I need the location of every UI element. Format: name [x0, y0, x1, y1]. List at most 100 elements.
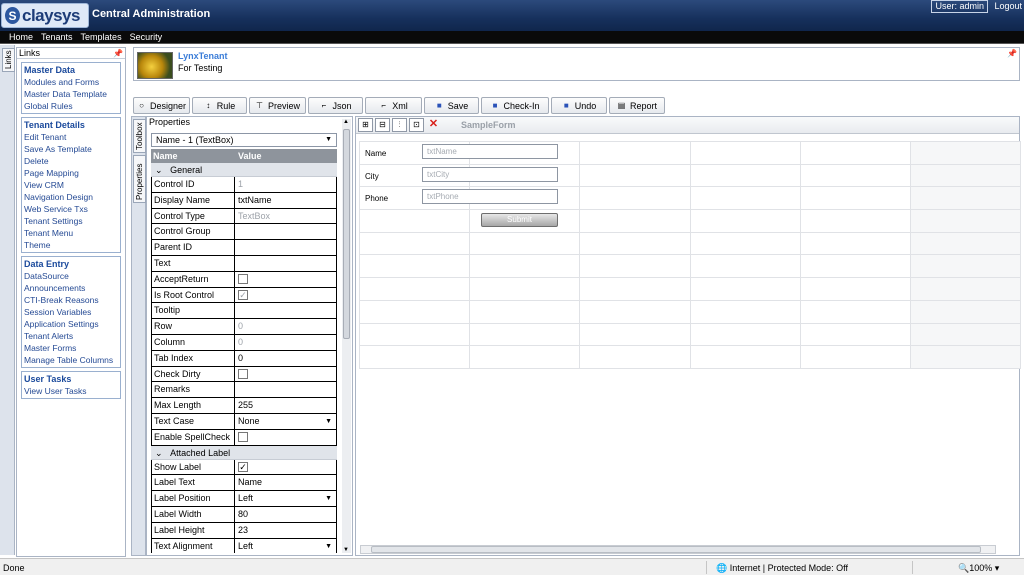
link-item[interactable]: Application Settings — [22, 318, 120, 330]
grid-cell[interactable] — [799, 254, 911, 279]
check-in-button[interactable]: ■ Check-In — [481, 97, 549, 114]
property-value[interactable] — [235, 303, 337, 319]
property-row[interactable]: Max Length 255 — [151, 398, 337, 414]
field-input-txtCity[interactable]: txtCity — [422, 166, 558, 182]
property-row[interactable]: Row 0 — [151, 319, 337, 335]
link-item[interactable]: Page Mapping — [22, 167, 120, 179]
property-row[interactable]: Control ID 1 — [151, 177, 337, 193]
merge-cell-icon[interactable]: ⊡ — [409, 118, 424, 132]
scroll-thumb[interactable] — [371, 546, 981, 553]
grid-cell[interactable] — [799, 186, 911, 211]
grid-cell[interactable] — [689, 186, 801, 211]
grid-cell[interactable] — [689, 277, 801, 301]
grid-cell[interactable] — [799, 277, 911, 301]
property-row[interactable]: Check Dirty — [151, 366, 337, 383]
grid-cell[interactable] — [909, 299, 1022, 324]
grid-cell[interactable] — [689, 299, 801, 324]
property-row[interactable]: Remarks — [151, 382, 337, 399]
link-item[interactable]: View CRM — [22, 179, 120, 191]
nav-tenants[interactable]: Tenants — [41, 32, 73, 42]
grid-cell[interactable] — [909, 163, 1022, 188]
property-value[interactable] — [235, 429, 337, 445]
property-value[interactable]: ✓ — [235, 287, 337, 303]
nav-templates[interactable]: Templates — [81, 32, 122, 42]
grid-cell[interactable] — [909, 322, 1022, 347]
grid-cell[interactable] — [469, 345, 581, 369]
property-row[interactable]: Enable SpellCheck — [151, 429, 337, 446]
property-row[interactable]: AcceptReturn — [151, 271, 337, 288]
link-item[interactable]: Manage Table Columns — [22, 354, 120, 366]
property-row[interactable]: Text Alignment Left ▼ — [151, 538, 337, 553]
property-value[interactable]: Left ▼ — [235, 491, 337, 506]
property-value[interactable]: Left ▼ — [235, 538, 337, 553]
grid-cell[interactable] — [689, 163, 801, 188]
grid-cell[interactable] — [359, 231, 471, 256]
property-row[interactable]: Text Case None ▼ — [151, 413, 337, 430]
grid-cell[interactable] — [689, 254, 801, 279]
grid-cell[interactable]: City txtCity — [359, 163, 558, 188]
link-item[interactable]: CTI-Break Reasons — [22, 294, 120, 306]
property-value[interactable] — [235, 366, 337, 382]
grid-cell[interactable] — [909, 231, 1022, 256]
grid-cell[interactable] — [909, 254, 1022, 279]
link-item[interactable]: Session Variables — [22, 306, 120, 318]
category-attached-label[interactable]: ⌄ Attached Label — [151, 445, 337, 460]
preview-button[interactable]: ⊤ Preview — [249, 97, 306, 114]
link-item[interactable]: Save As Template — [22, 143, 120, 155]
grid-cell[interactable] — [689, 209, 801, 233]
grid-cell[interactable] — [579, 163, 691, 188]
grid-cell[interactable] — [799, 299, 911, 324]
grid-cell[interactable] — [909, 277, 1022, 301]
property-row[interactable]: Control Type TextBox — [151, 208, 337, 225]
designer-hscrollbar[interactable] — [360, 545, 996, 554]
property-row[interactable]: Tooltip — [151, 303, 337, 320]
grid-cell[interactable]: Phone txtPhone — [359, 186, 558, 211]
property-value[interactable] — [235, 255, 337, 271]
grid-cell[interactable] — [909, 186, 1022, 211]
grid-cell[interactable] — [909, 209, 1022, 233]
grid-cell[interactable] — [359, 299, 471, 324]
property-value[interactable]: txtName — [235, 192, 337, 208]
property-value[interactable] — [235, 271, 337, 287]
grid-cell[interactable] — [469, 254, 581, 279]
property-row[interactable]: Display Name txtName — [151, 192, 337, 209]
grid-cell[interactable] — [579, 186, 691, 211]
grid-cell[interactable] — [359, 322, 471, 347]
control-selector[interactable]: Name - 1 (TextBox) ▼ — [151, 133, 337, 147]
property-value[interactable] — [235, 224, 337, 240]
grid-cell[interactable] — [359, 254, 471, 279]
scroll-down-icon[interactable]: ▼ — [343, 547, 349, 553]
grid-cell[interactable] — [469, 322, 581, 347]
pin-icon[interactable]: 📌 — [1007, 49, 1017, 58]
tab-toolbox[interactable]: Toolbox — [133, 119, 146, 153]
grid-cell[interactable] — [909, 141, 1022, 165]
link-item[interactable]: Announcements — [22, 282, 120, 294]
json-button[interactable]: ⌐ Json — [308, 97, 363, 114]
grid-cell[interactable] — [359, 277, 471, 301]
zoom-level[interactable]: 🔍100% ▾ — [958, 563, 999, 574]
property-value[interactable]: 255 — [235, 398, 337, 413]
grid-cell[interactable]: Name txtName — [359, 141, 558, 165]
property-row[interactable]: Show Label ✓ — [151, 459, 337, 476]
property-value[interactable]: Name — [235, 475, 337, 491]
property-row[interactable]: Label Width 80 — [151, 506, 337, 523]
property-value[interactable]: 1 — [235, 177, 337, 192]
logout-link[interactable]: Logout — [994, 1, 1022, 11]
link-group-title[interactable]: Master Data — [22, 64, 120, 76]
grid-cell[interactable] — [579, 231, 691, 256]
property-row[interactable]: Text — [151, 255, 337, 272]
grid-cell[interactable] — [909, 345, 1022, 369]
property-value[interactable]: 23 — [235, 522, 337, 538]
grid-cell[interactable] — [579, 141, 691, 165]
property-value[interactable]: TextBox — [235, 208, 337, 224]
xml-button[interactable]: ⌐ Xml — [365, 97, 422, 114]
delete-icon[interactable]: ✕ — [426, 118, 441, 132]
link-item[interactable]: Master Data Template — [22, 88, 120, 100]
grid-cell[interactable]: Submit — [359, 209, 558, 233]
link-item[interactable]: Global Rules — [22, 100, 120, 112]
rule-button[interactable]: ↕ Rule — [192, 97, 247, 114]
link-item[interactable]: DataSource — [22, 270, 120, 282]
link-item[interactable]: Master Forms — [22, 342, 120, 354]
grid-cell[interactable] — [579, 345, 691, 369]
undo-button[interactable]: ■ Undo — [551, 97, 607, 114]
